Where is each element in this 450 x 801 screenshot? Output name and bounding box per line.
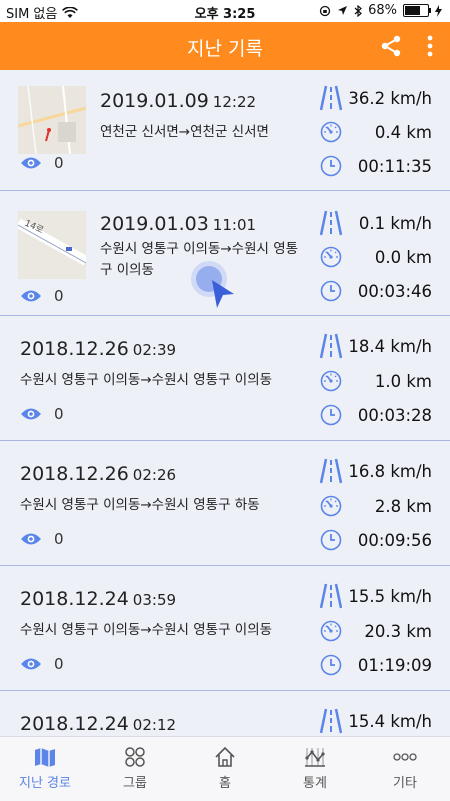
- eye-icon: [21, 658, 41, 670]
- stat-speed: 15.5 km/h: [320, 582, 432, 610]
- record-time: 03:59: [132, 591, 177, 609]
- eye-icon: [21, 157, 41, 169]
- stat-duration: 01:19:09: [320, 651, 432, 679]
- tab-label: 통계: [303, 776, 327, 791]
- clock-icon: [320, 155, 342, 177]
- eye-icon: [21, 533, 41, 545]
- speedometer-icon: [320, 121, 342, 143]
- view-count: 0: [20, 154, 64, 172]
- record-route: 수원시 영통구 이의동→수원시 영통구 하동: [20, 497, 260, 513]
- record-time: 02:39: [132, 341, 177, 359]
- speedometer-icon: [320, 246, 342, 268]
- view-count: 0: [20, 655, 64, 673]
- stat-speed: 15.4 km/h: [320, 707, 432, 735]
- road-icon: [320, 210, 342, 236]
- eye-icon: [21, 290, 41, 302]
- bluetooth-icon: [354, 4, 363, 17]
- map-icon: [35, 748, 55, 767]
- road-icon: [320, 333, 342, 359]
- record-date: 2018.12.26 02:26: [20, 463, 177, 485]
- map-thumbnail: 14로: [18, 211, 86, 279]
- pointer-cursor-icon: [212, 280, 234, 308]
- record-time: 11:01: [212, 216, 257, 234]
- charging-bolt-icon: [435, 4, 442, 17]
- stat-speed: 36.2 km/h: [320, 84, 432, 112]
- record-card[interactable]: 2018.12.26 02:26 수원시 영통구 이의동→수원시 영통구 하동 0…: [0, 441, 450, 566]
- stat-duration: 00:03:46: [320, 277, 432, 305]
- stat-distance: 2.8 km: [320, 492, 432, 520]
- tab-group[interactable]: 그룹: [90, 745, 180, 791]
- tab-label: 그룹: [123, 776, 147, 791]
- tab-label: 홈: [219, 776, 231, 791]
- record-date: 2018.12.26 02:39: [20, 338, 177, 360]
- record-date: 2018.12.24 03:59: [20, 588, 177, 610]
- more-horizontal-icon: [393, 753, 417, 761]
- clock-icon: [320, 280, 342, 302]
- road-icon: [320, 708, 342, 734]
- record-card[interactable]: 2018.12.24 02:12 15.4 km/h: [0, 691, 450, 736]
- record-time: 02:26: [132, 466, 177, 484]
- status-right: 68%: [319, 3, 442, 18]
- battery-percent: 68%: [368, 3, 397, 18]
- stat-speed: 18.4 km/h: [320, 332, 432, 360]
- tab-more[interactable]: 기타: [360, 745, 450, 791]
- record-card[interactable]: 2019.01.09 12:22 연천군 신서면→연천군 신서면 0 36.2 k…: [0, 70, 450, 191]
- record-route: 수원시 영통구 이의동→수원시 영통구 이의동: [20, 372, 273, 388]
- record-card[interactable]: 2018.12.26 02:39 수원시 영통구 이의동→수원시 영통구 이의동 …: [0, 316, 450, 441]
- record-route: 수원시 영통구 이의동→수원시 영통구 이의동: [20, 622, 273, 638]
- more-vertical-icon[interactable]: [426, 35, 434, 57]
- location-arrow-icon: [338, 6, 348, 15]
- tab-label: 지난 경로: [19, 776, 71, 791]
- clock-icon: [320, 654, 342, 676]
- status-bar: SIM 없음 오후 3:25 68%: [0, 0, 450, 22]
- battery-icon: [403, 4, 431, 17]
- app-header: 지난 기록: [0, 22, 450, 70]
- home-icon: [215, 746, 235, 767]
- stat-duration: 00:03:28: [320, 401, 432, 429]
- stats-chart-icon: [305, 748, 325, 767]
- tab-home[interactable]: 홈: [180, 745, 270, 791]
- road-icon: [320, 85, 342, 111]
- speedometer-icon: [320, 495, 342, 517]
- record-date: 2018.12.24 02:12: [20, 713, 177, 735]
- record-list[interactable]: 2019.01.09 12:22 연천군 신서면→연천군 신서면 0 36.2 k…: [0, 70, 450, 736]
- clock-icon: [320, 404, 342, 426]
- rotation-lock-icon: [319, 5, 331, 16]
- record-date: 2019.01.03 11:01: [100, 213, 257, 235]
- record-time: 02:12: [132, 716, 177, 734]
- view-count: 0: [20, 530, 64, 548]
- group-icon: [125, 747, 145, 767]
- stat-distance: 0.0 km: [320, 243, 432, 271]
- tab-stats[interactable]: 통계: [270, 745, 360, 791]
- stat-distance: 1.0 km: [320, 367, 432, 395]
- record-date: 2019.01.09 12:22: [100, 90, 257, 112]
- record-time: 12:22: [212, 93, 257, 111]
- stat-duration: 00:11:35: [320, 152, 432, 180]
- speedometer-icon: [320, 370, 342, 392]
- record-route: 연천군 신서면→연천군 신서면: [100, 124, 269, 140]
- stat-speed: 16.8 km/h: [320, 457, 432, 485]
- bottom-tab-bar: 지난 경로 그룹 홈 통계 기타: [0, 736, 450, 801]
- stat-distance: 0.4 km: [320, 118, 432, 146]
- map-thumbnail: [18, 86, 86, 154]
- view-count: 0: [20, 287, 64, 305]
- tab-past-routes[interactable]: 지난 경로: [0, 745, 90, 791]
- record-card[interactable]: 2018.12.24 03:59 수원시 영통구 이의동→수원시 영통구 이의동 …: [0, 566, 450, 691]
- stat-duration: 00:09:56: [320, 526, 432, 554]
- clock-icon: [320, 529, 342, 551]
- road-icon: [320, 583, 342, 609]
- eye-icon: [21, 408, 41, 420]
- stat-speed: 0.1 km/h: [320, 209, 432, 237]
- road-icon: [320, 458, 342, 484]
- tab-label: 기타: [393, 776, 417, 791]
- speedometer-icon: [320, 620, 342, 642]
- share-icon[interactable]: [380, 35, 402, 57]
- stat-distance: 20.3 km: [320, 617, 432, 645]
- view-count: 0: [20, 405, 64, 423]
